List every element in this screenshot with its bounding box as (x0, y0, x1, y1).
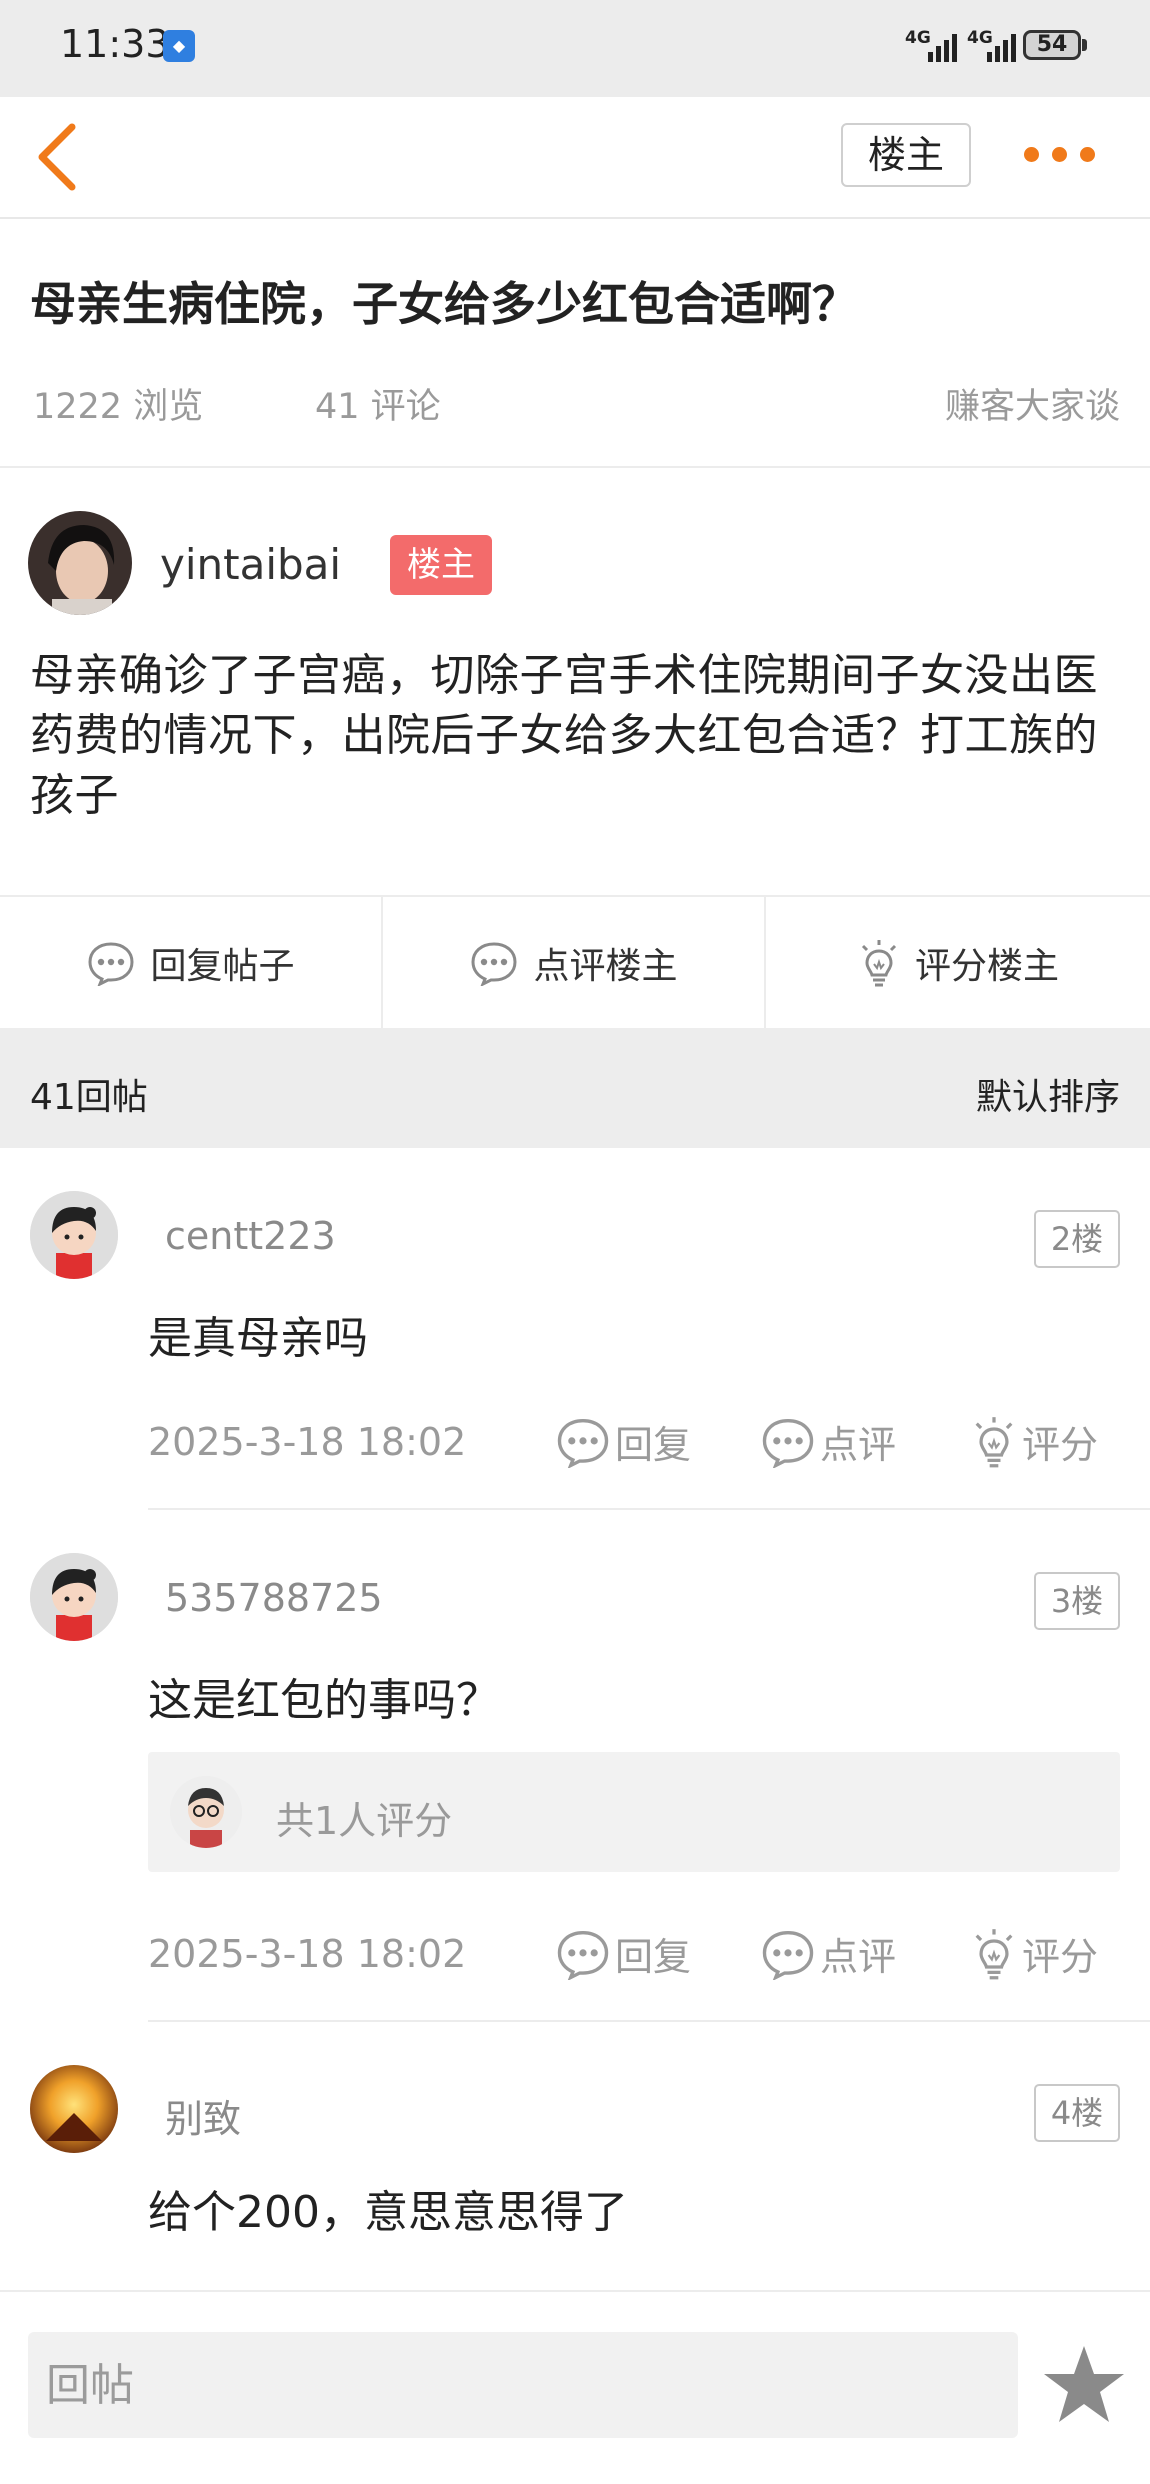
status-time: 11:33 (60, 22, 170, 66)
comment-text: 给个200，意思意思得了 (148, 2187, 628, 2238)
status-bar: 11:33 ◆ 4G 4G 54 (0, 0, 1150, 97)
more-icon (1024, 147, 1039, 162)
sort-order-select[interactable]: 默认排序 (976, 1068, 1120, 1120)
star-icon (1044, 2346, 1124, 2422)
rate-op-label: 评分楼主 (914, 946, 1059, 987)
rater-avatar (170, 1776, 242, 1848)
comment-time: 2025-3-18 18:02 (148, 1932, 467, 1976)
rating-summary-text: 共1人评分 (276, 1799, 453, 1843)
chevron-left-icon (38, 123, 76, 191)
replies-count: 41回帖 (30, 1077, 148, 1118)
reply-input[interactable] (28, 2332, 1018, 2438)
comment-reply-button[interactable]: 回复 (555, 1926, 691, 1981)
app-notification-icon: ◆ (163, 30, 195, 62)
comment-count: 41 评论 (315, 387, 441, 427)
comment-review-label: 点评 (820, 1423, 897, 1467)
replies-header: 41回帖 默认排序 (0, 1028, 1150, 1148)
comment-reply-button[interactable]: 回复 (555, 1414, 691, 1469)
floor-number: 2楼 (1034, 1210, 1120, 1268)
rating-summary[interactable]: 共1人评分 (148, 1752, 1120, 1872)
post-body: 母亲确诊了子宫癌，切除子宫手术住院期间子女没出医药费的情况下，出院后子女给多大红… (30, 650, 1098, 821)
comment-review-button[interactable]: 点评 (760, 1414, 896, 1469)
rate-op-button[interactable]: 评分楼主 (766, 897, 1150, 1029)
reply-post-label: 回复帖子 (150, 946, 295, 987)
lightbulb-icon (861, 940, 897, 987)
comment-text: 是真母亲吗 (148, 1313, 368, 1364)
comment-reply-label: 回复 (615, 1935, 692, 1979)
divider (148, 2020, 1150, 2022)
comment-rate-label: 评分 (1022, 1423, 1099, 1467)
floor-number: 4楼 (1034, 2084, 1120, 2142)
divider (0, 466, 1150, 468)
avatar[interactable] (30, 2065, 118, 2153)
nav-bar: 楼主 (0, 97, 1150, 219)
op-badge: 楼主 (390, 535, 492, 595)
comment-review-label: 点评 (820, 1935, 897, 1979)
speech-bubble-icon (557, 1418, 609, 1468)
post-title: 母亲生病住院，子女给多少红包合适啊？ (30, 277, 858, 331)
speech-bubble-icon (88, 942, 134, 986)
favorite-button[interactable] (1042, 2342, 1126, 2426)
floor-number: 3楼 (1034, 1572, 1120, 1630)
comment-username[interactable]: 535788725 (165, 1576, 383, 1620)
only-op-button[interactable]: 楼主 (841, 123, 971, 187)
comment-op-label: 点评楼主 (533, 946, 678, 987)
op-username[interactable]: yintaibai (160, 540, 341, 589)
post-action-bar: 回复帖子 点评楼主 评分楼主 (0, 895, 1150, 1031)
comment-op-button[interactable]: 点评楼主 (383, 897, 766, 1029)
bottom-reply-bar (0, 2290, 1150, 2484)
battery-icon (1082, 39, 1087, 51)
signal-strength-icon (987, 34, 1016, 62)
speech-bubble-icon (762, 1418, 814, 1468)
comment-username[interactable]: 别致 (165, 2088, 241, 2143)
comment-review-button[interactable]: 点评 (760, 1926, 896, 1981)
avatar[interactable] (30, 1553, 118, 1641)
divider (148, 1508, 1150, 1510)
forum-link[interactable]: 赚客大家谈 (945, 378, 1120, 429)
battery-level: 54 (1023, 30, 1081, 60)
op-avatar[interactable] (28, 511, 132, 615)
speech-bubble-icon (557, 1930, 609, 1980)
back-button[interactable] (30, 121, 90, 193)
comment-reply-label: 回复 (615, 1423, 692, 1467)
reply-post-button[interactable]: 回复帖子 (0, 897, 383, 1029)
comment-rate-button[interactable]: 评分 (970, 1414, 1098, 1469)
lightbulb-icon (975, 1416, 1013, 1467)
comment-rate-button[interactable]: 评分 (970, 1926, 1098, 1981)
view-count: 1222 浏览 (33, 387, 204, 427)
more-options-button[interactable] (1020, 137, 1100, 173)
signal-strength-icon (928, 34, 957, 62)
comment-time: 2025-3-18 18:02 (148, 1420, 467, 1464)
avatar[interactable] (30, 1191, 118, 1279)
comment-username[interactable]: centt223 (165, 1214, 336, 1258)
speech-bubble-icon (471, 942, 517, 986)
lightbulb-icon (975, 1928, 1013, 1979)
speech-bubble-icon (762, 1930, 814, 1980)
comment-text: 这是红包的事吗？ (148, 1675, 500, 1726)
comment-rate-label: 评分 (1022, 1935, 1099, 1979)
